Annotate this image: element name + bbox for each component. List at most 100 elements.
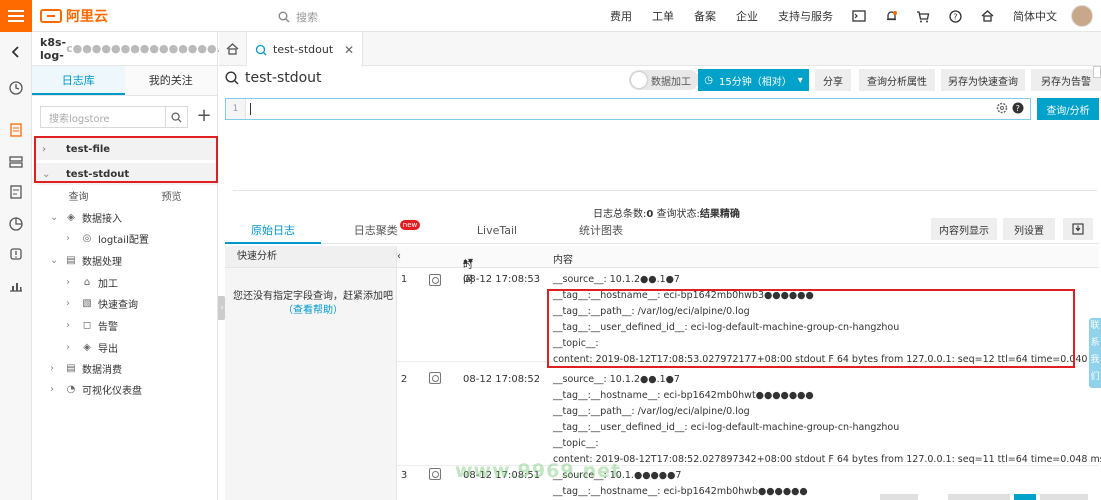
column-settings-button[interactable]: 列设置	[1003, 218, 1055, 240]
quick-analysis-message: 您还没有指定字段查询，赶紧添加吧	[233, 291, 393, 302]
console-icon[interactable]	[843, 10, 875, 22]
tab-favorites[interactable]: 我的关注	[125, 66, 218, 95]
chevron-left-icon[interactable]	[8, 44, 24, 60]
tree-item[interactable]: › ◈ 导出	[66, 340, 118, 355]
toggle-label: 数据加工	[651, 76, 691, 88]
row-number: 1	[400, 274, 408, 285]
time-range-picker[interactable]: ◷ 15分钟（相对） ▾	[698, 69, 809, 91]
log-field: __tag__:__path__: /var/log/eci/alpine/0.…	[553, 406, 750, 417]
nav-enterprise[interactable]: 企业	[726, 8, 768, 24]
logstore-icon[interactable]	[8, 122, 24, 138]
aliyun-logo[interactable]: 阿里云	[40, 8, 108, 25]
summary-total: 0	[646, 209, 654, 220]
nav-icp[interactable]: 备案	[684, 8, 726, 24]
log-field: __source__: 10.1.2●●.1●7	[553, 274, 680, 285]
nav-support[interactable]: 支持与服务	[768, 8, 843, 24]
pagination-control[interactable]	[1040, 494, 1088, 500]
consume-icon: ▤	[66, 363, 76, 374]
logtail-icon: ◎	[82, 233, 92, 244]
new-badge: new	[399, 220, 421, 230]
content-column-display-button[interactable]: 内容列显示	[931, 218, 997, 240]
gear-icon[interactable]	[996, 102, 1008, 114]
download-button[interactable]	[1063, 218, 1093, 240]
save-alert-button[interactable]: 另存为告警	[1031, 69, 1101, 91]
cart-icon[interactable]	[907, 10, 939, 23]
tree-label: 数据处理	[82, 257, 122, 268]
context-view-icon[interactable]	[429, 372, 441, 384]
tab-logstores[interactable]: 日志库	[32, 66, 125, 95]
share-button[interactable]: 分享	[815, 69, 851, 91]
tree-item[interactable]: › ◻ 告警	[66, 318, 118, 333]
tab-log-cluster[interactable]: 日志聚类 new	[337, 220, 437, 244]
tab-test-stdout[interactable]: test-stdout ✕	[247, 32, 363, 67]
svg-text:?: ?	[953, 12, 957, 21]
collapse-column-icon[interactable]: ‹	[397, 251, 401, 262]
tree-label: 加工	[98, 279, 118, 290]
query-summary: 日志总条数:0 查询状态:结果精确	[593, 205, 740, 220]
nav-billing[interactable]: 费用	[600, 8, 642, 24]
home-icon[interactable]	[971, 10, 1003, 22]
data-processing-toggle[interactable]: 数据加工	[629, 70, 699, 90]
histogram-baseline	[233, 190, 1097, 191]
tree-item[interactable]: ⌄ ◈ 数据接入	[50, 210, 122, 225]
page-title: test-stdout	[225, 70, 322, 86]
help-icon[interactable]: ?	[1012, 102, 1024, 114]
tree-label: 可视化仪表盘	[82, 386, 142, 397]
tree-item[interactable]: › ⌂ 加工	[66, 275, 118, 290]
server-icon[interactable]	[8, 154, 24, 170]
language-switch[interactable]: 简体中文	[1003, 8, 1067, 24]
quick-analysis-title: 快速分析	[225, 246, 396, 268]
alarm-icon[interactable]	[8, 246, 24, 262]
pagination-control[interactable]	[880, 494, 918, 500]
text-cursor	[250, 103, 251, 115]
bell-icon[interactable]	[875, 10, 907, 23]
tab-charts[interactable]: 统计图表	[551, 220, 651, 244]
tree-item[interactable]: › ◎ logtail配置	[66, 231, 149, 246]
help-link[interactable]: （查看帮助）	[283, 305, 343, 316]
search-icon[interactable]	[165, 107, 187, 127]
home-tab[interactable]	[219, 32, 247, 66]
logstore-search[interactable]: 搜索logstore	[40, 106, 188, 128]
close-icon[interactable]: ✕	[344, 43, 354, 57]
add-logstore-button[interactable]: +	[195, 106, 213, 128]
tree-label: 快速查询	[98, 300, 138, 311]
report-icon[interactable]	[8, 184, 24, 200]
clock-icon[interactable]	[8, 80, 24, 96]
scroll-indicator[interactable]	[1093, 66, 1101, 78]
search-analyze-button[interactable]: 查询/分析	[1037, 98, 1099, 120]
global-search[interactable]: 搜索	[278, 9, 318, 25]
context-view-icon[interactable]	[429, 468, 441, 480]
chevron-right-icon: ›	[66, 233, 70, 244]
pagination-current[interactable]	[1014, 494, 1036, 500]
tree-item[interactable]: › ◔ 可视化仪表盘	[50, 382, 142, 397]
user-avatar[interactable]	[1071, 5, 1093, 27]
project-selector[interactable]: k8s-log- c●●●●●●●●●●●●●●●... ⌄	[32, 32, 242, 66]
tree-item[interactable]: ⌄ ▤ 数据处理	[50, 253, 122, 268]
download-icon	[1072, 223, 1084, 235]
nav-tickets[interactable]: 工单	[642, 8, 684, 24]
subtab-query[interactable]: 查询	[32, 188, 125, 204]
chevron-right-icon: ›	[66, 298, 70, 309]
tab-livetail[interactable]: LiveTail	[447, 220, 547, 244]
search-icon	[278, 11, 290, 23]
tree-item[interactable]: › ▧ 快速查询	[66, 296, 138, 311]
save-quick-query-button[interactable]: 另存为快速查询	[941, 69, 1025, 91]
contact-us-float-button[interactable]: 联系我们	[1089, 318, 1101, 388]
clock-icon: ◷	[704, 74, 713, 86]
query-attributes-button[interactable]: 查询分析属性	[859, 69, 935, 91]
column-content: 内容	[553, 255, 573, 266]
help-icon[interactable]: ?	[939, 9, 971, 23]
query-editor[interactable]: 1 ?	[225, 98, 1031, 120]
tab-raw-logs[interactable]: 原始日志	[225, 220, 321, 244]
log-field: __tag__:__hostname__: eci-bp1642mb0hwb●●…	[553, 486, 808, 497]
logstore-search-input[interactable]: 搜索logstore	[41, 110, 165, 125]
log-field: __tag__:__hostname__: eci-bp1642mb0hwt●●…	[553, 390, 814, 401]
row-time: 08-12 17:08:52	[463, 374, 541, 385]
subtab-preview[interactable]: 预览	[125, 188, 218, 204]
tree-item[interactable]: › ▤ 数据消费	[50, 361, 122, 376]
menu-icon[interactable]	[0, 0, 32, 32]
context-view-icon[interactable]	[429, 274, 441, 286]
pagination-control[interactable]	[948, 494, 1010, 500]
chart-icon[interactable]	[8, 278, 24, 294]
pie-icon[interactable]	[8, 216, 24, 232]
